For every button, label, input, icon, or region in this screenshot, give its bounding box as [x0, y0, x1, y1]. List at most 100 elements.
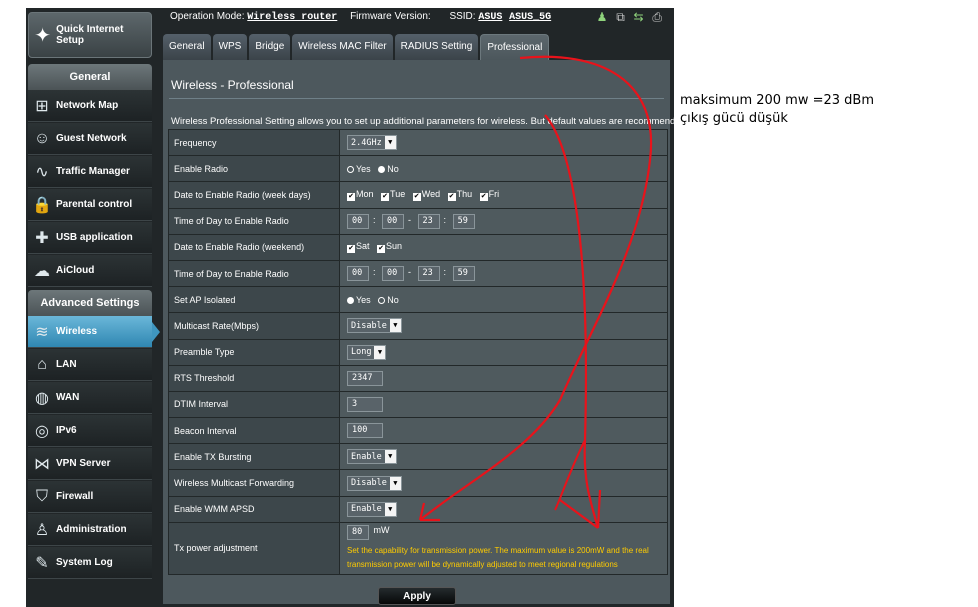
radio-button[interactable]	[347, 296, 354, 304]
tx-bursting-label: Enable TX Bursting	[168, 443, 340, 471]
usb-status-icon[interactable]: ⇆	[634, 10, 644, 24]
log-icon: ✎	[35, 554, 49, 572]
multicast-forwarding-label: Wireless Multicast Forwarding	[168, 469, 340, 497]
tab-radius-setting[interactable]: RADIUS Setting	[394, 34, 479, 60]
checkbox-sun[interactable]: ✔ Sun	[377, 241, 402, 254]
ssid-5g-link[interactable]: ASUS_5G	[509, 12, 551, 23]
title-divider	[169, 98, 664, 99]
radio-button[interactable]	[378, 165, 386, 173]
ssid-2g-link[interactable]: ASUS	[478, 12, 502, 23]
weekday-start-hour-input[interactable]: 00	[347, 213, 369, 229]
multicast-forwarding-select[interactable]: Disable ▼	[347, 475, 402, 491]
check-icon[interactable]: ✔	[347, 245, 355, 254]
sidebar-item-vpn-server[interactable]: ⋈ VPN Server	[28, 448, 152, 480]
tab-wireless-mac-filter[interactable]: Wireless MAC Filter	[292, 34, 393, 60]
weekend-end-hour-input[interactable]: 23	[417, 266, 440, 282]
check-icon[interactable]: ✔	[347, 192, 355, 201]
weekday-start-minute-input[interactable]: 00	[382, 213, 405, 229]
wmm-apsd-label: Enable WMM APSD	[168, 495, 340, 523]
check-icon[interactable]: ✔	[377, 245, 386, 254]
printer-status-icon[interactable]: ⎙	[652, 10, 662, 24]
sidebar-item-ipv6[interactable]: ◎ IPv6	[28, 415, 152, 447]
rts-input[interactable]: 2347	[347, 370, 383, 386]
checkbox-sat[interactable]: ✔ Sat	[347, 241, 370, 254]
sidebar: ✦ Quick Internet Setup General ⊞ Network…	[26, 8, 160, 607]
apply-button[interactable]: Apply	[378, 587, 456, 605]
tx-power-input[interactable]: 80	[347, 524, 369, 540]
time-separator: -	[408, 214, 412, 225]
home-icon: ⌂	[37, 355, 47, 373]
option-label: Wed	[421, 188, 441, 199]
enable-radio-no[interactable]: No	[378, 164, 399, 174]
rts-label: RTS Threshold	[168, 364, 340, 392]
vpn-icon: ⋈	[34, 455, 50, 473]
sidebar-item-lan[interactable]: ⌂ LAN	[28, 349, 152, 381]
shield-icon: ⛉	[35, 487, 48, 505]
checkbox-mon[interactable]: ✔ Mon	[347, 189, 374, 201]
sidebar-item-label: VPN Server	[56, 458, 111, 469]
preamble-select[interactable]: Long ▼	[347, 344, 387, 360]
option-label: Fri	[488, 188, 500, 199]
dtim-input[interactable]: 3	[347, 396, 383, 412]
sidebar-item-label: Network Map	[56, 100, 119, 111]
client-status-icon[interactable]: ♟	[597, 10, 608, 24]
puzzle-icon: ✚	[35, 229, 49, 247]
checkbox-fri[interactable]: ✔ Fri	[479, 188, 500, 201]
checkbox-thu[interactable]: ✔ Thu	[447, 189, 472, 201]
check-icon[interactable]: ✔	[412, 192, 421, 201]
tx-bursting-select[interactable]: Enable ▼	[347, 449, 397, 465]
weekend-start-hour-input[interactable]: 00	[347, 266, 369, 282]
content-panel: Wireless - Professional Wireless Profess…	[163, 60, 674, 605]
settings-table: Frequency 2.4GHz ▼ Enable Radio Yes No Da…	[168, 128, 668, 575]
check-icon[interactable]: ✔	[479, 192, 488, 201]
operation-mode-link[interactable]: Wireless router	[247, 12, 337, 23]
enable-radio-yes[interactable]: Yes	[347, 164, 371, 174]
weekend-start-minute-input[interactable]: 00	[382, 266, 405, 282]
sidebar-item-traffic-manager[interactable]: ∿ Traffic Manager	[28, 156, 152, 188]
ap-isolated-yes[interactable]: Yes	[347, 295, 371, 305]
weekday-end-hour-input[interactable]: 23	[417, 213, 440, 229]
sidebar-item-label: System Log	[56, 557, 113, 568]
sidebar-item-usb-application[interactable]: ✚ USB application	[28, 222, 152, 254]
sidebar-item-wan[interactable]: ◍ WAN	[28, 382, 152, 414]
tab-wps[interactable]: WPS	[212, 34, 248, 60]
select-value: Enable	[351, 504, 382, 515]
advanced-settings-header: Advanced Settings	[28, 290, 152, 316]
frequency-select[interactable]: 2.4GHz ▼	[347, 135, 397, 151]
sidebar-item-system-log[interactable]: ✎ System Log	[28, 547, 152, 579]
page-title: Wireless - Professional	[171, 78, 294, 92]
beacon-input[interactable]: 100	[347, 423, 383, 439]
radio-button[interactable]	[347, 165, 354, 173]
radio-button[interactable]	[378, 296, 386, 304]
copy-status-icon[interactable]: ⧉	[616, 10, 625, 24]
select-value: Disable	[351, 478, 387, 489]
tab-general[interactable]: General	[163, 34, 211, 60]
checkbox-wed[interactable]: ✔ Wed	[412, 188, 441, 201]
table-row: Enable WMM APSD Enable ▼	[168, 495, 668, 523]
quick-internet-setup-button[interactable]: ✦ Quick Internet Setup	[28, 12, 152, 58]
checkbox-tue[interactable]: ✔ Tue	[381, 189, 405, 201]
time-separator: :	[373, 267, 376, 278]
time-separator: :	[373, 214, 376, 225]
weekend-end-minute-input[interactable]: 59	[452, 266, 475, 282]
sidebar-item-network-map[interactable]: ⊞ Network Map	[28, 90, 152, 122]
table-row: RTS Threshold 2347	[168, 364, 668, 392]
general-section-header: General	[28, 64, 152, 90]
sidebar-item-firewall[interactable]: ⛉ Firewall	[28, 481, 152, 513]
weekday-end-minute-input[interactable]: 59	[452, 213, 475, 229]
sidebar-item-parental-control[interactable]: 🔒 Parental control	[28, 189, 152, 221]
ap-isolated-no[interactable]: No	[378, 295, 399, 305]
sidebar-item-guest-network[interactable]: ☺ Guest Network	[28, 123, 152, 155]
sidebar-item-administration[interactable]: ♙ Administration	[28, 514, 152, 546]
sidebar-item-aicloud[interactable]: ☁ AiCloud	[28, 255, 152, 287]
select-value: Enable	[351, 451, 382, 462]
sidebar-item-label: WAN	[56, 392, 80, 403]
tab-bridge[interactable]: Bridge	[249, 34, 291, 60]
option-label: Yes	[356, 163, 371, 174]
tab-professional[interactable]: Professional	[480, 34, 550, 60]
multicast-rate-select[interactable]: Disable ▼	[347, 318, 402, 334]
sidebar-item-wireless[interactable]: ≋ Wireless	[28, 316, 160, 348]
check-icon[interactable]: ✔	[447, 192, 456, 201]
check-icon[interactable]: ✔	[381, 192, 390, 201]
wmm-apsd-select[interactable]: Enable ▼	[347, 501, 397, 517]
